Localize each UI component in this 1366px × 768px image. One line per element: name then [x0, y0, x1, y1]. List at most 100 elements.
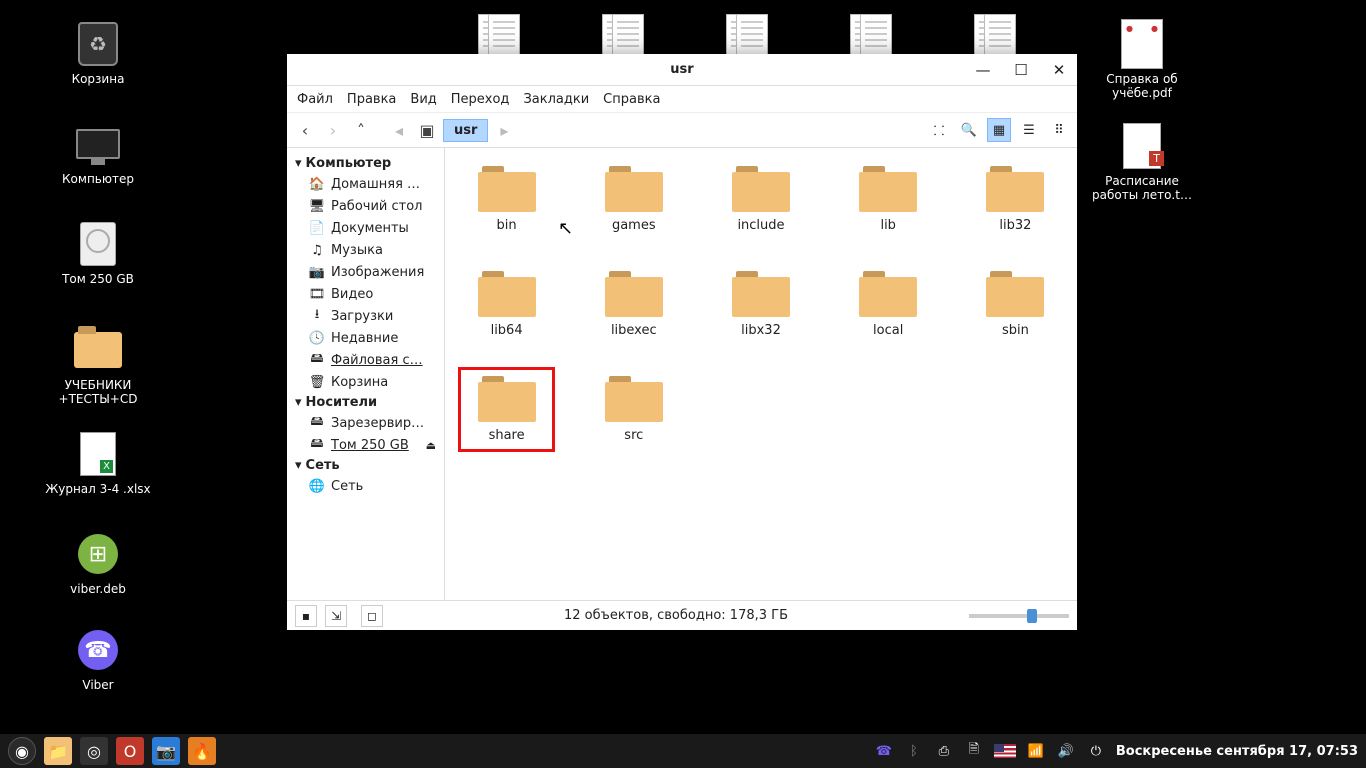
- sidebar-item[interactable]: 🖥Рабочий стол: [287, 195, 444, 217]
- menu-закладки[interactable]: Закладки: [523, 92, 589, 107]
- path-next-icon[interactable]: ▸: [492, 118, 516, 142]
- document-thumbnail[interactable]: [736, 14, 768, 56]
- document-thumbnail[interactable]: [984, 14, 1016, 56]
- path-prev-icon[interactable]: ◂: [387, 118, 411, 142]
- desktop-icon-label: Справка об учёбе.pdf: [1106, 72, 1177, 101]
- sidebar-item[interactable]: ⭳Загрузки: [287, 305, 444, 327]
- sidebar-item-label: Файловая с…: [331, 353, 423, 368]
- folder-icon: [478, 376, 536, 422]
- places-pane-button[interactable]: ▪: [295, 605, 317, 627]
- maximize-button[interactable]: ☐: [1009, 58, 1033, 82]
- desktop-icon-trash[interactable]: Корзина: [38, 20, 158, 86]
- menu-правка[interactable]: Правка: [347, 92, 396, 107]
- close-pane-button[interactable]: ◻: [361, 605, 383, 627]
- sidebar-item-icon: 🖴: [309, 437, 325, 453]
- keyboard-layout-indicator[interactable]: [994, 744, 1016, 758]
- sidebar-item-label: Документы: [331, 221, 409, 236]
- up-button[interactable]: ˄: [349, 118, 373, 142]
- sidebar-group[interactable]: ▾ Компьютер: [287, 154, 444, 173]
- taskbar-camera-button[interactable]: ◎: [80, 737, 108, 765]
- sidebar-item-icon: 🖥: [309, 198, 325, 214]
- icon-view-button[interactable]: ▦: [987, 118, 1011, 142]
- desktop-icon-sheet[interactable]: Журнал 3-4 .xlsx: [38, 430, 158, 496]
- document-thumbnail[interactable]: [612, 14, 644, 56]
- sidebar-item[interactable]: 🌐Сеть: [287, 475, 444, 497]
- menu-справка[interactable]: Справка: [603, 92, 660, 107]
- breadcrumb-current[interactable]: usr: [443, 119, 488, 142]
- folder-lib64[interactable]: lib64: [463, 267, 550, 342]
- taskbar-firefox-button[interactable]: 🔥: [188, 737, 216, 765]
- taskbar-screenshot-button[interactable]: 📷: [152, 737, 180, 765]
- tray-viber-icon[interactable]: ☎: [874, 744, 894, 759]
- folder-label: share: [489, 428, 525, 443]
- document-thumbnail[interactable]: [488, 14, 520, 56]
- trash-icon: [74, 20, 122, 68]
- sidebar-item[interactable]: ♫Музыка: [287, 239, 444, 261]
- minimize-button[interactable]: —: [971, 58, 995, 82]
- folder-include[interactable]: include: [717, 162, 804, 237]
- taskbar-opera-button[interactable]: O: [116, 737, 144, 765]
- sidebar-item[interactable]: 📷Изображения: [287, 261, 444, 283]
- folder-sbin[interactable]: sbin: [972, 267, 1059, 342]
- tray-wifi-icon[interactable]: 📶: [1026, 744, 1046, 759]
- desktop-icon-label: Расписание работы лето.t…: [1092, 174, 1192, 203]
- sidebar-group[interactable]: ▾ Носители: [287, 393, 444, 412]
- folder-src[interactable]: src: [590, 372, 677, 447]
- sidebar-item[interactable]: 🏠Домашняя …: [287, 173, 444, 195]
- desktop-icon-folder[interactable]: УЧЕБНИКИ +ТЕСТЫ+CD: [38, 326, 158, 407]
- menu-вид[interactable]: Вид: [410, 92, 436, 107]
- tray-volume-icon[interactable]: 🔊: [1056, 744, 1076, 759]
- folder-icon: [605, 166, 663, 212]
- eject-icon[interactable]: ⏏: [426, 439, 436, 452]
- desktop-icon-deb[interactable]: ⊞viber.deb: [38, 530, 158, 596]
- menu-файл[interactable]: Файл: [297, 92, 333, 107]
- toggle-location-button[interactable]: ⸬: [927, 118, 951, 142]
- folder-content[interactable]: bin games include lib lib32 lib64 libexec libx3…: [445, 148, 1077, 600]
- folder-bin[interactable]: bin: [463, 162, 550, 237]
- sidebar-item[interactable]: 🕓Недавние: [287, 327, 444, 349]
- desktop-icon-label: Корзина: [72, 72, 125, 86]
- folder-icon: [478, 166, 536, 212]
- sidebar-item-label: Изображения: [331, 265, 424, 280]
- tray-updates-icon[interactable]: 🗎: [964, 740, 984, 762]
- zoom-slider[interactable]: [969, 614, 1069, 618]
- tray-power-icon[interactable]: ⏻: [1086, 744, 1106, 759]
- sidebar-item[interactable]: 🎞Видео: [287, 283, 444, 305]
- desktop-icon-txt[interactable]: Расписание работы лето.t…: [1082, 122, 1202, 203]
- path-root-icon[interactable]: ▣: [415, 118, 439, 142]
- menu-переход[interactable]: Переход: [451, 92, 510, 107]
- folder-local[interactable]: local: [845, 267, 932, 342]
- tree-pane-button[interactable]: ⇲: [325, 605, 347, 627]
- sidebar-item[interactable]: 📄Документы: [287, 217, 444, 239]
- folder-lib[interactable]: lib: [845, 162, 932, 237]
- file-manager-window: usr — ☐ ✕ Файл Правка Вид Переход Закладки Сп…: [287, 54, 1077, 630]
- desktop-icon-monitor[interactable]: Компьютер: [38, 120, 158, 186]
- desktop-icon-pdf[interactable]: Справка об учёбе.pdf: [1082, 20, 1202, 101]
- start-menu-button[interactable]: ◉: [8, 737, 36, 765]
- taskbar-clock[interactable]: Воскресенье сентября 17, 07:53: [1116, 744, 1358, 759]
- titlebar[interactable]: usr — ☐ ✕: [287, 54, 1077, 86]
- tray-print-icon[interactable]: ⎙: [934, 744, 954, 759]
- folder-libx32[interactable]: libx32: [717, 267, 804, 342]
- folder-share[interactable]: share: [463, 372, 550, 447]
- taskbar-files-button[interactable]: 📁: [44, 737, 72, 765]
- folder-lib32[interactable]: lib32: [972, 162, 1059, 237]
- sidebar-item-icon: 🎞: [309, 286, 325, 302]
- folder-libexec[interactable]: libexec: [590, 267, 677, 342]
- sidebar-item[interactable]: 🖴Том 250 GB⏏: [287, 434, 444, 456]
- folder-games[interactable]: games: [590, 162, 677, 237]
- back-button[interactable]: ‹: [293, 118, 317, 142]
- search-button[interactable]: 🔍: [957, 118, 981, 142]
- sidebar-item[interactable]: 🖴Зарезервир…: [287, 412, 444, 434]
- close-button[interactable]: ✕: [1047, 58, 1071, 82]
- compact-view-button[interactable]: ⠿: [1047, 118, 1071, 142]
- desktop-icon-viber[interactable]: ☎Viber: [38, 626, 158, 692]
- sidebar-item[interactable]: 🗑Корзина: [287, 371, 444, 393]
- tray-bluetooth-icon[interactable]: ᛒ: [904, 744, 924, 759]
- sidebar-item[interactable]: 🖴Файловая с…: [287, 349, 444, 371]
- list-view-button[interactable]: ☰: [1017, 118, 1041, 142]
- forward-button[interactable]: ›: [321, 118, 345, 142]
- document-thumbnail[interactable]: [860, 14, 892, 56]
- desktop-icon-disk[interactable]: Том 250 GB: [38, 220, 158, 286]
- sidebar-group[interactable]: ▾ Сеть: [287, 456, 444, 475]
